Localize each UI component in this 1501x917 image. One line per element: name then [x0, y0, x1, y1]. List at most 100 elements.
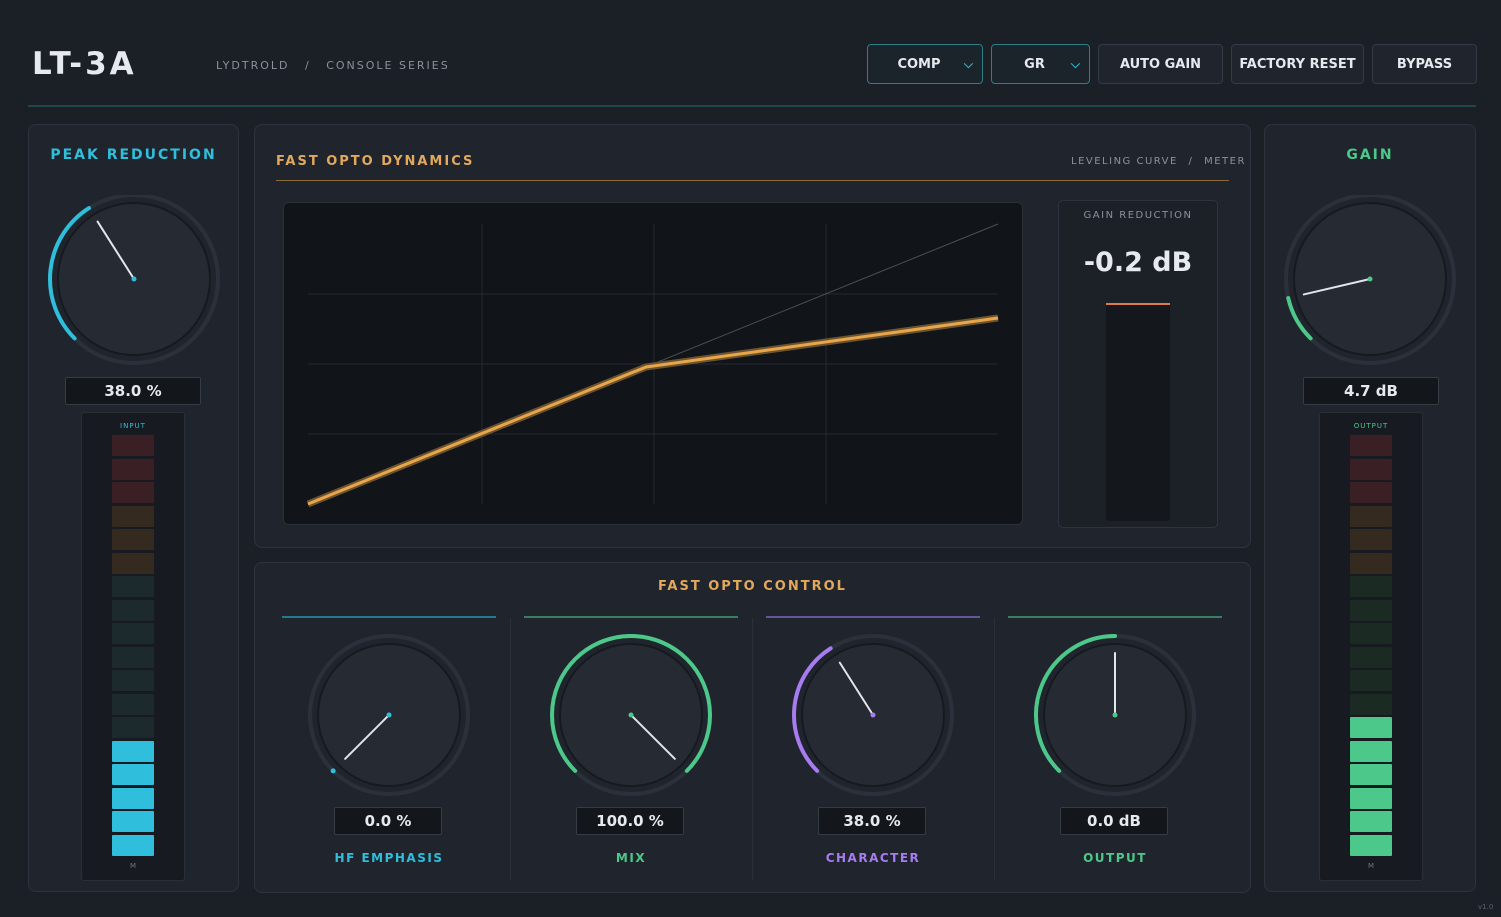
meter-segment	[112, 740, 154, 762]
column-divider-hf-emphasis	[282, 616, 496, 618]
meter-segment	[112, 482, 154, 503]
output-label: OUTPUT	[1083, 851, 1147, 865]
knob-center-dot	[628, 712, 634, 718]
peak-reduction-knob[interactable]	[45, 195, 225, 365]
meter-segment	[1350, 599, 1392, 621]
bypass-button[interactable]: BYPASS	[1372, 44, 1477, 84]
version-label: v1.0	[1478, 903, 1494, 911]
character-knob[interactable]	[788, 630, 958, 800]
gain-reduction-bar	[1106, 303, 1170, 521]
meter-select[interactable]: GR ⌵	[991, 44, 1090, 84]
knob-center-dot	[1367, 276, 1373, 282]
knob-center-dot	[1112, 712, 1118, 718]
meter-segment	[1350, 482, 1392, 503]
output-knob[interactable]	[1030, 630, 1200, 800]
meter-segment	[112, 435, 154, 456]
output-value[interactable]: 0.0 dB	[1060, 807, 1168, 835]
gain-title: GAIN	[1346, 147, 1394, 163]
mode-select[interactable]: COMP ⌵	[867, 44, 983, 84]
knob-center-dot	[386, 712, 392, 718]
meter-segment	[1350, 764, 1392, 785]
header-divider	[28, 105, 1476, 107]
character-label: CHARACTER	[825, 851, 921, 865]
dynamics-divider	[276, 180, 1229, 181]
meter-segment	[1350, 576, 1392, 597]
series-label: CONSOLE SERIES	[326, 59, 450, 72]
gain-reduction-readout: -0.2 dB	[1083, 247, 1193, 278]
mix-knob[interactable]	[546, 630, 716, 800]
input-meter: INPUT M	[81, 412, 185, 881]
gain-reduction-bar-fill	[1106, 303, 1170, 305]
factory-reset-button[interactable]: FACTORY RESET	[1231, 44, 1364, 84]
meter-segment	[112, 576, 154, 597]
controls-title: FAST OPTO CONTROL	[658, 579, 847, 594]
auto-gain-button[interactable]: AUTO GAIN	[1098, 44, 1223, 84]
peak-reduction-panel: PEAK REDUCTION 38.0 % INPUT M	[28, 124, 239, 892]
column-divider-character	[766, 616, 980, 618]
peak-reduction-value[interactable]: 38.0 %	[65, 377, 201, 405]
mix-value[interactable]: 100.0 %	[576, 807, 684, 835]
meter-segment	[1350, 717, 1392, 738]
breadcrumb-separator: /	[304, 59, 311, 72]
meter-segment	[1350, 811, 1392, 832]
column-separator	[994, 618, 995, 880]
plugin-title: LT-3A	[32, 46, 137, 82]
character-value[interactable]: 38.0 %	[818, 807, 926, 835]
gain-reduction-label: GAIN REDUCTION	[1083, 210, 1193, 221]
meter-segment	[112, 552, 154, 574]
meter-segment	[112, 505, 154, 527]
meter-segment	[112, 458, 154, 480]
output-meter: OUTPUT M	[1319, 412, 1423, 881]
meter-segment	[112, 599, 154, 621]
hf-emphasis-value[interactable]: 0.0 %	[334, 807, 442, 835]
breadcrumb: LYDTROLD / CONSOLE SERIES	[216, 59, 460, 72]
column-divider-output	[1008, 616, 1222, 618]
meter-segment	[1350, 693, 1392, 715]
dynamics-panel: FAST OPTO DYNAMICS LEVELING CURVE / METE…	[254, 124, 1251, 548]
column-separator	[510, 618, 511, 880]
meter-segment	[112, 787, 154, 809]
meter-label: METER	[1204, 156, 1246, 167]
gain-value[interactable]: 4.7 dB	[1303, 377, 1439, 405]
knob-min-marker	[330, 768, 336, 774]
gain-panel: GAIN 4.7 dB OUTPUT M	[1264, 124, 1476, 892]
meter-segment	[1350, 435, 1392, 456]
gain-reduction-meter-panel: GAIN REDUCTION -0.2 dB	[1058, 200, 1218, 528]
subtitle-separator: /	[1188, 156, 1194, 167]
input-meter-footer: M	[129, 862, 137, 870]
gain-knob[interactable]	[1281, 195, 1461, 365]
meter-segment	[1350, 505, 1392, 527]
meter-segment	[1350, 646, 1392, 668]
meter-segment	[1350, 670, 1392, 691]
meter-select-value: GR	[1024, 56, 1045, 72]
hf-emphasis-knob[interactable]	[304, 630, 474, 800]
meter-segment	[1350, 529, 1392, 550]
meter-segment	[112, 529, 154, 550]
mode-select-value: COMP	[897, 56, 941, 72]
meter-segment	[112, 811, 154, 832]
mix-label: MIX	[615, 851, 647, 865]
meter-segment	[1350, 458, 1392, 480]
meter-segment	[112, 693, 154, 715]
meter-segment	[112, 670, 154, 691]
leveling-curve-label: LEVELING CURVE	[1071, 156, 1178, 167]
chevron-down-icon: ⌵	[1070, 57, 1080, 71]
knob-center-dot	[870, 712, 876, 718]
column-separator	[752, 618, 753, 880]
hf-emphasis-label: HF EMPHASIS	[334, 851, 444, 865]
meter-segment	[112, 717, 154, 738]
meter-segment	[112, 623, 154, 644]
meter-segment	[1350, 552, 1392, 574]
brand-label: LYDTROLD	[216, 59, 290, 72]
meter-segment	[112, 646, 154, 668]
knob-center-dot	[131, 276, 137, 282]
output-meter-footer: M	[1367, 862, 1375, 870]
peak-reduction-title: PEAK REDUCTION	[50, 147, 217, 163]
meter-segment	[112, 764, 154, 785]
dynamics-title: FAST OPTO DYNAMICS	[276, 154, 475, 169]
column-divider-mix	[524, 616, 738, 618]
meter-segment	[1350, 787, 1392, 809]
plugin-window: LT-3A LYDTROLD / CONSOLE SERIES COMP ⌵ G…	[0, 0, 1501, 917]
leveling-curve-graph	[283, 202, 1023, 525]
meter-segment	[112, 834, 154, 856]
